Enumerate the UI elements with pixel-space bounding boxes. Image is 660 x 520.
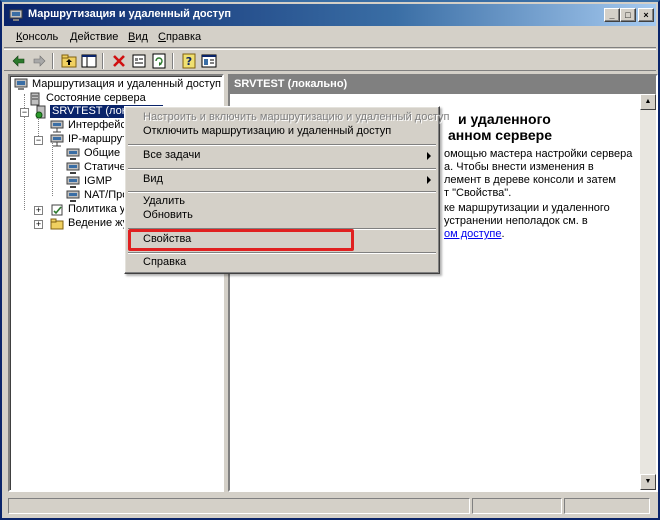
- help-link[interactable]: ом доступе: [444, 228, 502, 240]
- details-text-line: т "Свойства".: [444, 187, 512, 199]
- menu-action[interactable]: Действие: [70, 31, 118, 43]
- submenu-arrow-icon: [427, 176, 431, 184]
- minimize-button[interactable]: _: [604, 8, 620, 22]
- collapse-ip-routing-toggle[interactable]: −: [34, 136, 43, 145]
- back-arrow-icon[interactable]: [10, 52, 28, 70]
- expand-policy-toggle[interactable]: +: [34, 206, 43, 215]
- igmp-icon: [66, 175, 80, 189]
- status-cell: [8, 498, 470, 514]
- menu-disable-routing[interactable]: Отключить маршрутизацию и удаленный дост…: [127, 124, 437, 140]
- server-status-icon: [28, 92, 42, 106]
- submenu-arrow-icon: [427, 152, 431, 160]
- nat-icon: [66, 189, 80, 203]
- static-routes-icon: [66, 161, 80, 175]
- toolbar-separator: [102, 53, 104, 69]
- network-interfaces-icon: [50, 119, 64, 133]
- up-folder-icon[interactable]: [60, 52, 78, 70]
- routing-app-icon: [8, 7, 24, 23]
- delete-icon[interactable]: [110, 52, 128, 70]
- general-icon: [66, 147, 80, 161]
- server-monitor-icon: [14, 78, 28, 92]
- details-text-line: омощью мастера настройки сервера: [444, 148, 633, 160]
- collapse-server-toggle[interactable]: −: [20, 108, 29, 117]
- properties-icon[interactable]: [130, 52, 148, 70]
- details-text-line: устранении неполадок см. в: [444, 215, 588, 227]
- menu-separator: [128, 252, 436, 254]
- forward-arrow-icon[interactable]: [30, 52, 48, 70]
- toolbar: ?: [4, 49, 656, 71]
- server-running-icon: [34, 105, 48, 119]
- menu-separator: [128, 144, 436, 146]
- expand-logging-toggle[interactable]: +: [34, 220, 43, 229]
- maximize-button[interactable]: □: [620, 8, 636, 22]
- window-title: Маршрутизация и удаленный доступ: [28, 8, 232, 20]
- scroll-down-button[interactable]: ▼: [640, 474, 656, 490]
- menu-view[interactable]: Вид: [128, 31, 148, 43]
- ip-routing-icon: [50, 133, 64, 147]
- details-scrollbar[interactable]: ▲ ▼: [640, 94, 656, 490]
- show-tree-icon[interactable]: [80, 52, 98, 70]
- menu-console[interactable]: Консоль: [16, 31, 58, 43]
- title-bar[interactable]: Маршрутизация и удаленный доступ _ □ ×: [4, 4, 656, 26]
- details-heading-line1: и удаленного: [458, 111, 551, 127]
- details-text-line: лемент в дереве консоли и затем: [444, 174, 616, 186]
- menu-separator: [128, 191, 436, 193]
- toolbar-separator: [52, 53, 54, 69]
- menu-all-tasks[interactable]: Все задачи: [127, 148, 437, 164]
- menu-refresh[interactable]: Обновить: [127, 208, 437, 224]
- details-text-line: ке маршрутизации и удаленного: [444, 202, 610, 214]
- details-link-line: ом доступе.: [444, 228, 505, 240]
- toolbar-separator: [172, 53, 174, 69]
- status-cell: [472, 498, 562, 514]
- menu-separator: [128, 168, 436, 170]
- menu-help[interactable]: Справка: [158, 31, 201, 43]
- svg-text:?: ?: [186, 55, 192, 68]
- status-bar: [4, 496, 656, 516]
- close-button[interactable]: ×: [638, 8, 654, 22]
- menu-help-item[interactable]: Справка: [127, 255, 437, 271]
- folder-icon: [50, 217, 64, 231]
- details-text-line: а. Чтобы внести изменения в: [444, 161, 594, 173]
- details-header: SRVTEST (локально): [230, 76, 656, 94]
- menu-bar: Консоль Действие Вид Справка: [4, 28, 656, 48]
- menu-view-item[interactable]: Вид: [127, 172, 437, 188]
- status-cell: [564, 498, 650, 514]
- help-icon[interactable]: ?: [180, 52, 198, 70]
- refresh-icon[interactable]: [150, 52, 168, 70]
- details-heading-line2: анном сервере: [448, 127, 552, 143]
- export-list-icon[interactable]: [200, 52, 218, 70]
- policy-icon: [50, 203, 64, 217]
- scroll-up-button[interactable]: ▲: [640, 94, 656, 110]
- properties-highlight-frame: [128, 229, 354, 251]
